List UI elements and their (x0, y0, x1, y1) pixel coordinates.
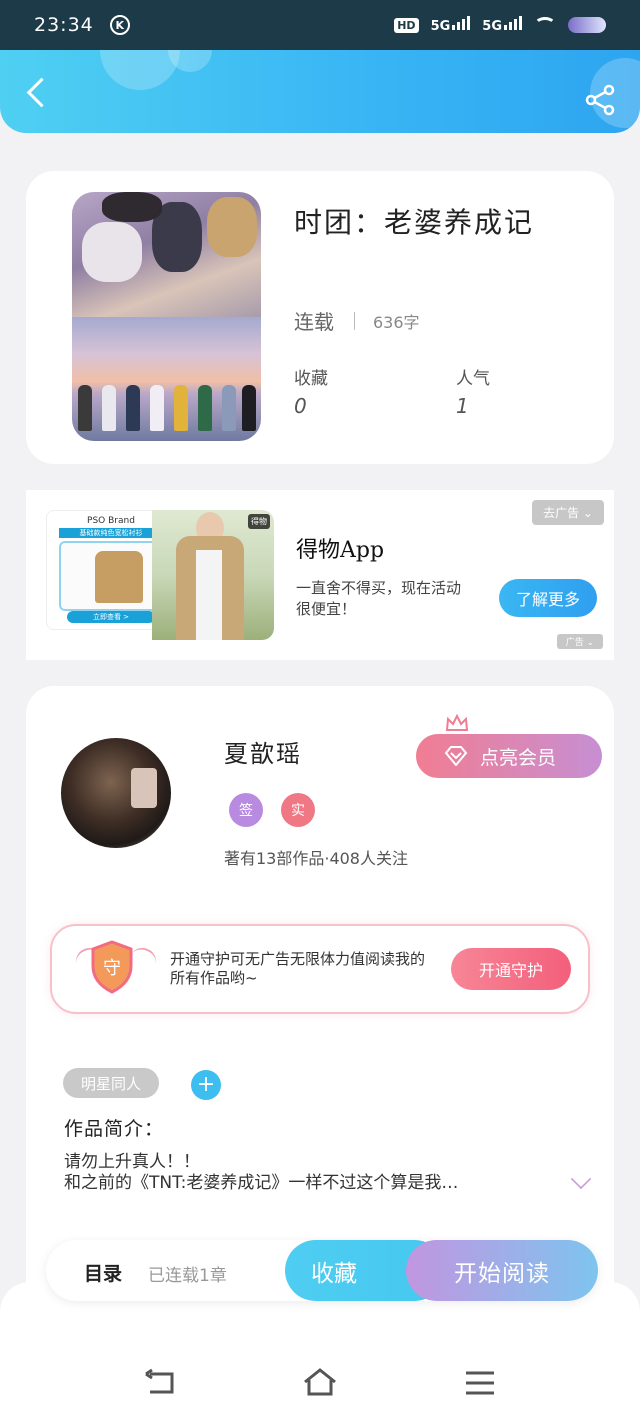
bottom-action-bar: 目录 已连载1章 收藏 开始阅读 (46, 1240, 598, 1301)
vip-button-label: 点亮会员 (480, 746, 557, 769)
clock: 23:34 (34, 14, 94, 36)
book-cover[interactable] (72, 192, 261, 441)
status-bar: 23:34 K HD 5G 5G (0, 0, 640, 50)
toc-status[interactable]: 已连载1章 (148, 1261, 227, 1286)
book-info-card: 时团：老婆养成记 连载 636字 收藏 0 人气 1 (26, 171, 614, 464)
guardian-banner[interactable]: 守 开通守护可无广告无限体力值阅读我的所有作品哟~ 开通守护 (50, 924, 590, 1014)
signed-author-badge: 签 (229, 793, 263, 827)
genre-tag[interactable]: 明星同人 (63, 1068, 159, 1098)
divider (354, 311, 355, 330)
menu-nav-icon[interactable] (462, 1368, 498, 1398)
learn-more-button[interactable]: 了解更多 (499, 579, 597, 617)
intro-text[interactable]: 请勿上升真人！！ 和之前的《TNT:老婆养成记》一样不过这个算是我… (64, 1152, 544, 1194)
cover-photo-top (72, 192, 261, 317)
system-nav-bar (0, 1282, 640, 1422)
k-icon: K (109, 15, 130, 35)
ad-label[interactable]: 广告 ⌄ (557, 634, 603, 649)
ad-banner[interactable]: PSO Brand 基础款纯色宽松衬衫 立即查看 > 得物 得物App 一直舍不… (26, 490, 614, 660)
top-header (0, 50, 640, 133)
chevron-left-icon[interactable] (22, 74, 52, 110)
toc-button[interactable]: 目录 (84, 1259, 122, 1286)
status-icons: HD 5G 5G (394, 16, 606, 34)
book-title: 时团：老婆养成记 (294, 206, 535, 239)
back-nav-icon[interactable] (142, 1368, 178, 1398)
popularity-value: 1 (456, 394, 469, 418)
share-icon[interactable] (584, 84, 616, 116)
crown-icon (445, 714, 469, 731)
word-count: 636字 (373, 312, 420, 332)
ad-title: 得物App (296, 538, 385, 563)
avatar[interactable] (61, 738, 171, 848)
home-nav-icon[interactable] (302, 1368, 338, 1398)
ad-badge: 得物 (248, 514, 270, 529)
diamond-icon (444, 746, 468, 766)
ad-small-cta[interactable]: 立即查看 > (67, 611, 155, 623)
serial-status: 连载 (294, 310, 334, 334)
signal-5g-1: 5G (431, 16, 471, 34)
shield-icon: 守 (91, 940, 133, 994)
hd-icon: HD (394, 17, 419, 33)
favorites-value: 0 (294, 394, 307, 418)
ad-model-image[interactable]: 得物 (152, 510, 274, 640)
signal-5g-2: 5G (482, 16, 522, 34)
book-status-row: 连载 636字 (294, 306, 420, 335)
ad-strip: 基础款纯色宽松衬衫 (59, 528, 163, 538)
intro-line-2: 和之前的《TNT:老婆养成记》一样不过这个算是我… (64, 1173, 459, 1193)
favorites-label: 收藏 (294, 369, 328, 389)
chevron-down-icon[interactable] (570, 1168, 592, 1190)
wifi-icon (534, 17, 556, 33)
shield-char: 守 (103, 958, 121, 979)
battery-icon (568, 17, 606, 33)
activate-guardian-button[interactable]: 开通守护 (451, 948, 571, 990)
remove-ads-button[interactable]: 去广告 ⌄ (532, 500, 604, 525)
ad-frame (59, 541, 163, 611)
author-name[interactable]: 夏歆瑶 (224, 734, 302, 769)
verified-badge: 实 (281, 793, 315, 827)
start-reading-button[interactable]: 开始阅读 (406, 1240, 598, 1301)
guardian-text: 开通守护可无广告无限体力值阅读我的所有作品哟~ (170, 950, 426, 987)
popularity-label: 人气 (456, 369, 490, 389)
author-stats: 著有13部作品·408人关注 (224, 849, 408, 868)
cover-photo-bottom (72, 316, 261, 441)
activate-vip-button[interactable]: 点亮会员 (416, 734, 602, 778)
intro-line-1: 请勿上升真人！！ (64, 1152, 200, 1172)
ad-description: 一直舍不得买，现在活动很便宜！ (296, 579, 462, 618)
intro-heading: 作品简介： (64, 1118, 165, 1140)
add-tag-button[interactable]: + (191, 1070, 221, 1100)
shirt-image (95, 551, 143, 603)
